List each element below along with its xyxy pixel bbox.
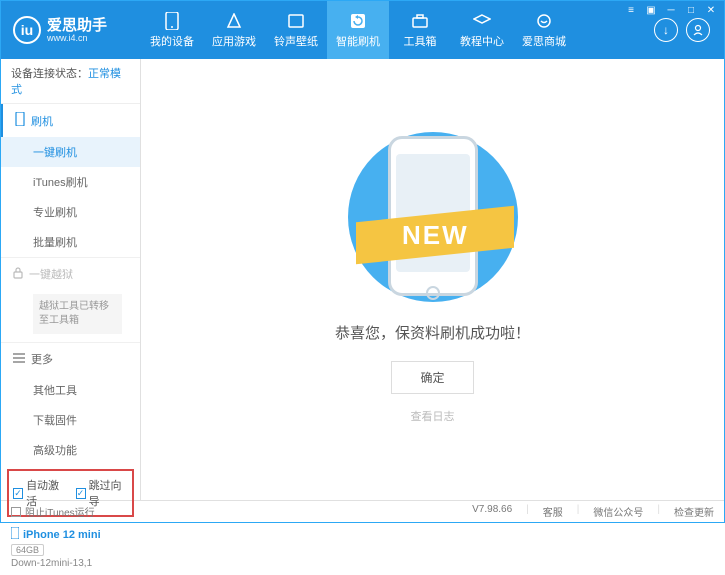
app-url: www.i4.cn	[47, 33, 107, 43]
store-icon	[534, 12, 554, 30]
checkbox-icon: ✓	[13, 488, 23, 499]
sidebar-item-batch[interactable]: 批量刷机	[1, 227, 140, 257]
device-info: iPhone 12 mini 64GB Down-12mini-13,1	[1, 521, 140, 575]
sidebar-flash-head[interactable]: 刷机	[1, 104, 140, 137]
media-icon	[286, 12, 306, 30]
success-message: 恭喜您，保资料刷机成功啦！	[335, 322, 530, 343]
checkbox-icon: ✓	[76, 488, 86, 499]
logo-icon: iu	[13, 16, 41, 44]
confirm-button[interactable]: 确定	[391, 361, 473, 394]
sidebar-item-firmware[interactable]: 下载固件	[1, 405, 140, 435]
nav-label: 智能刷机	[336, 33, 380, 49]
nav-store[interactable]: 爱思商城	[513, 1, 575, 59]
sidebar-title: 刷机	[31, 113, 53, 129]
jailbreak-note: 越狱工具已转移至工具箱	[33, 294, 122, 334]
list-icon	[13, 353, 25, 366]
user-icon[interactable]	[686, 18, 710, 42]
nav-label: 教程中心	[460, 33, 504, 49]
phone-illustration: NEW	[368, 136, 498, 306]
menu-icon[interactable]: ≡	[622, 3, 640, 17]
block-itunes-checkbox[interactable]: 阻止iTunes运行	[11, 504, 95, 519]
sidebar-item-other[interactable]: 其他工具	[1, 375, 140, 405]
nav-apps[interactable]: 应用游戏	[203, 1, 265, 59]
sidebar-item-pro[interactable]: 专业刷机	[1, 197, 140, 227]
refresh-icon	[348, 12, 368, 30]
close-icon[interactable]: ✕	[702, 3, 720, 17]
apps-icon	[224, 12, 244, 30]
phone-tiny-icon	[11, 527, 19, 542]
sidebar-item-advanced[interactable]: 高级功能	[1, 435, 140, 465]
footer-support[interactable]: 客服	[543, 504, 563, 519]
window-controls: ≡ ▣ ─ □ ✕	[622, 3, 720, 17]
connection-status: 设备连接状态：正常模式	[1, 59, 140, 104]
sidebar-more-head[interactable]: 更多	[1, 343, 140, 375]
footer-wechat[interactable]: 微信公众号	[593, 504, 643, 519]
download-icon[interactable]: ↓	[654, 18, 678, 42]
lock-icon	[13, 267, 23, 282]
checkbox-icon	[11, 507, 21, 517]
nav-label: 我的设备	[150, 33, 194, 49]
sidebar: 设备连接状态：正常模式 刷机 一键刷机 iTunes刷机 专业刷机 批量刷机 一…	[1, 59, 141, 500]
storage-badge: 64GB	[11, 544, 44, 556]
version-label: V7.98.66	[472, 504, 512, 519]
logo-area: iu 爱思助手 www.i4.cn	[1, 16, 141, 44]
nav-label: 工具箱	[404, 33, 437, 49]
nav-label: 应用游戏	[212, 33, 256, 49]
sidebar-item-itunes[interactable]: iTunes刷机	[1, 167, 140, 197]
nav-label: 铃声壁纸	[274, 33, 318, 49]
nav-label: 爱思商城	[522, 33, 566, 49]
nav-toolbox[interactable]: 工具箱	[389, 1, 451, 59]
nav-flash[interactable]: 智能刷机	[327, 1, 389, 59]
nav-ringtones[interactable]: 铃声壁纸	[265, 1, 327, 59]
main-nav: 我的设备 应用游戏 铃声壁纸 智能刷机 工具箱 教程中心 爱思商城	[141, 1, 654, 59]
nav-tutorials[interactable]: 教程中心	[451, 1, 513, 59]
maximize-icon[interactable]: □	[682, 3, 700, 17]
sidebar-title: 更多	[31, 351, 53, 367]
sidebar-title: 一键越狱	[29, 266, 73, 282]
device-name[interactable]: iPhone 12 mini	[11, 527, 130, 542]
new-ribbon: NEW	[356, 205, 514, 264]
toolbox-icon	[410, 12, 430, 30]
skin-icon[interactable]: ▣	[642, 3, 660, 17]
nav-my-devices[interactable]: 我的设备	[141, 1, 203, 59]
sidebar-jailbreak-head[interactable]: 一键越狱	[1, 258, 140, 290]
view-log-link[interactable]: 查看日志	[411, 408, 455, 424]
phone-small-icon	[15, 112, 25, 129]
phone-icon	[162, 12, 182, 30]
app-name: 爱思助手	[47, 18, 107, 33]
app-header: iu 爱思助手 www.i4.cn 我的设备 应用游戏 铃声壁纸 智能刷机 工具…	[1, 1, 724, 59]
main-content: NEW 恭喜您，保资料刷机成功啦！ 确定 查看日志	[141, 59, 724, 500]
footer-update[interactable]: 检查更新	[674, 504, 714, 519]
sidebar-item-oneclick[interactable]: 一键刷机	[1, 137, 140, 167]
device-model: Down-12mini-13,1	[11, 558, 130, 569]
tutorial-icon	[472, 12, 492, 30]
header-actions: ↓	[654, 18, 724, 42]
minimize-icon[interactable]: ─	[662, 3, 680, 17]
